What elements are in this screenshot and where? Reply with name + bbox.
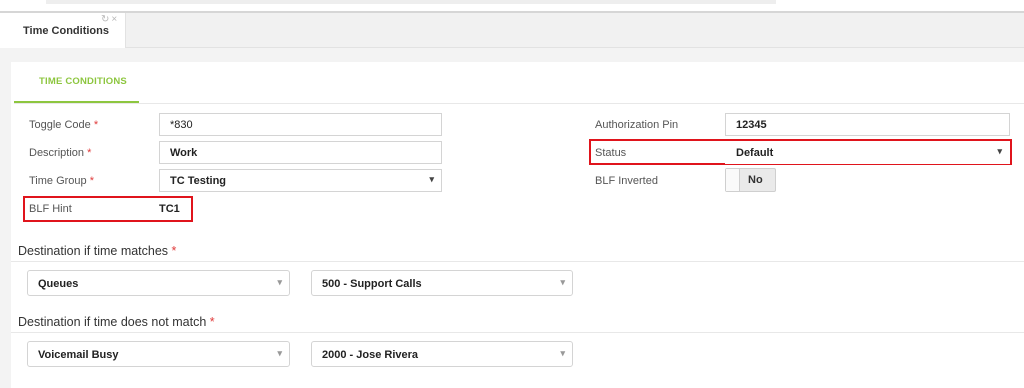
dest-match-type-select[interactable]: Queues ▾ xyxy=(27,270,290,296)
status-label: Status xyxy=(595,147,627,159)
dest-match-divider xyxy=(11,261,1024,262)
dest-nomatch-title: Destination if time does not match * xyxy=(18,315,215,329)
chevron-down-icon: ▾ xyxy=(277,348,282,358)
section-divider xyxy=(14,103,1024,104)
status-value: Default xyxy=(736,147,774,159)
authorization-pin-input[interactable]: 12345 xyxy=(725,113,1010,136)
authorization-pin-label: Authorization Pin xyxy=(595,119,679,131)
section-tab-label: TIME CONDITIONS xyxy=(39,76,127,87)
top-bar-strip xyxy=(46,0,776,4)
dest-nomatch-type-value: Voicemail Busy xyxy=(38,349,119,361)
dest-match-target-value: 500 - Support Calls xyxy=(322,278,422,290)
dest-nomatch-divider xyxy=(11,332,1024,333)
time-group-select[interactable]: TC Testing ▾ xyxy=(159,169,442,192)
chevron-down-icon: ▾ xyxy=(277,277,282,287)
main-panel xyxy=(11,62,1024,388)
top-bar xyxy=(0,0,1024,13)
blf-inverted-label: BLF Inverted xyxy=(595,175,658,187)
toggle-knob xyxy=(726,169,740,191)
blf-inverted-toggle[interactable]: No xyxy=(725,168,776,192)
time-group-value: TC Testing xyxy=(170,175,227,187)
dest-nomatch-target-select[interactable]: 2000 - Jose Rivera ▾ xyxy=(311,341,573,367)
close-icon[interactable]: × xyxy=(111,14,119,25)
dest-match-title: Destination if time matches * xyxy=(18,244,177,258)
chevron-down-icon: ▾ xyxy=(560,277,565,287)
tab-label: Time Conditions xyxy=(23,25,109,37)
description-input[interactable]: Work xyxy=(159,141,442,164)
toggle-state: No xyxy=(748,174,763,186)
refresh-icon[interactable]: ↻ xyxy=(101,14,111,25)
blf-hint-label: BLF Hint xyxy=(29,203,72,215)
blf-hint-value: TC1 xyxy=(159,203,180,215)
section-tab-time-conditions[interactable]: TIME CONDITIONS xyxy=(14,65,139,103)
dest-nomatch-target-value: 2000 - Jose Rivera xyxy=(322,349,419,361)
dest-match-type-value: Queues xyxy=(38,278,79,290)
time-group-label: Time Group * xyxy=(29,175,95,187)
dest-nomatch-type-select[interactable]: Voicemail Busy ▾ xyxy=(27,341,290,367)
dest-match-target-select[interactable]: 500 - Support Calls ▾ xyxy=(311,270,573,296)
chevron-down-icon: ▾ xyxy=(997,146,1002,156)
chevron-down-icon: ▾ xyxy=(429,174,434,184)
tab-actions: ↻× xyxy=(101,14,119,25)
status-select[interactable]: Default ▾ xyxy=(725,141,1010,164)
toggle-code-input[interactable]: *830 xyxy=(159,113,442,136)
description-label: Description * xyxy=(29,147,92,159)
chevron-down-icon: ▾ xyxy=(560,348,565,358)
tab-time-conditions[interactable]: Time Conditions ↻× xyxy=(0,13,126,48)
tab-bar: Time Conditions ↻× xyxy=(0,13,1024,48)
toggle-code-label: Toggle Code * xyxy=(29,119,99,131)
